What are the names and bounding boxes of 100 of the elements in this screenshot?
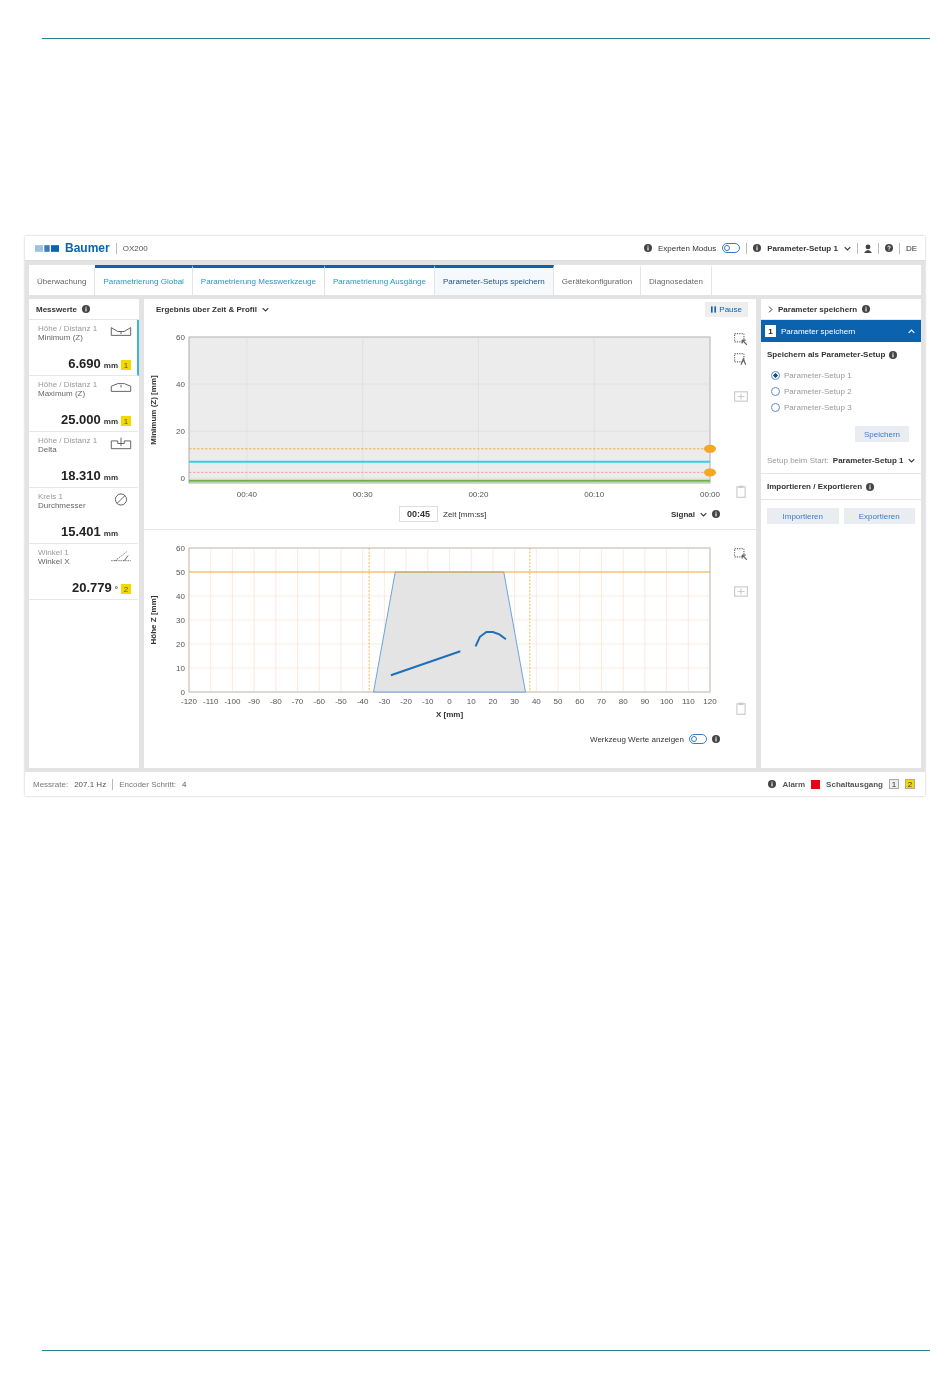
- measurement-name: Minimum (Z): [38, 333, 84, 342]
- pause-icon: [711, 305, 717, 313]
- info-icon[interactable]: [712, 510, 720, 518]
- tick-label: 20: [176, 427, 185, 437]
- info-icon[interactable]: [753, 244, 762, 252]
- status-value: 4: [182, 779, 187, 789]
- output-badge: 2: [121, 584, 131, 594]
- tick-label: 10: [466, 697, 476, 706]
- tick-label: 120: [703, 697, 717, 706]
- tick-label: -60: [313, 697, 326, 706]
- start-setup-dropdown[interactable]: Parameter-Setup 1: [832, 456, 904, 465]
- tick-label: 10: [176, 664, 185, 673]
- toggle-switch[interactable]: [689, 734, 707, 744]
- measurement-name: Maximum (Z): [38, 389, 87, 398]
- drag-handle-icon[interactable]: [704, 444, 716, 453]
- nav-tab[interactable]: Parametrierung Messwerkzeuge: [192, 265, 326, 295]
- status-value: 207.1 Hz: [74, 779, 107, 789]
- nav-tab[interactable]: Parameter-Setups speichern: [435, 265, 554, 295]
- export-button[interactable]: Exportieren: [843, 508, 915, 524]
- tick-label: -90: [248, 697, 260, 706]
- step-header[interactable]: 1 Parameter speichern: [761, 320, 921, 342]
- caret-icon: [700, 511, 707, 517]
- measurement-item[interactable]: Höhe / Distanz 1 Delta 18.310 mm: [29, 432, 139, 488]
- tick-label: 60: [575, 697, 585, 706]
- toggle-switch[interactable]: [722, 243, 741, 253]
- zoom-select-icon[interactable]: [734, 333, 748, 346]
- measurement-unit: mm: [103, 473, 118, 483]
- measurement-category: Winkel 1: [38, 548, 70, 557]
- tick-label: 30: [176, 616, 185, 625]
- tick-label: 50: [176, 568, 185, 577]
- measurement-item[interactable]: Winkel 1 Winkel X 20.779 ° 2: [29, 544, 139, 600]
- measurement-value: 18.310: [61, 468, 101, 483]
- select-text-icon[interactable]: [734, 353, 748, 366]
- status-label: Messrate:: [33, 779, 69, 789]
- time-axis-label: Zeit [mm:ss]: [443, 509, 487, 519]
- tick-label: 00:10: [584, 490, 605, 499]
- tick-label: 70: [597, 697, 606, 706]
- tick-label: 20: [176, 640, 185, 649]
- tick-label: 40: [176, 592, 185, 601]
- user-icon[interactable]: [863, 243, 872, 253]
- tick-label: -100: [224, 697, 241, 706]
- measurement-item[interactable]: Höhe / Distanz 1 Minimum (Z) 6.690 mm 1: [29, 320, 139, 376]
- tick-label: 00:40: [236, 490, 257, 499]
- info-icon[interactable]: [768, 780, 777, 788]
- save-button[interactable]: Speichern: [854, 426, 909, 442]
- tick-label: -80: [270, 697, 282, 706]
- caret-icon: [843, 245, 851, 251]
- tick-label: 40: [531, 697, 541, 706]
- radio-button[interactable]: [771, 403, 780, 412]
- signal-dropdown[interactable]: Signal: [671, 509, 695, 519]
- tick-label: 20: [488, 697, 498, 706]
- tick-label: 00:20: [468, 490, 489, 499]
- import-button[interactable]: Importieren: [767, 508, 839, 524]
- section-title: Importieren / Exportieren: [767, 482, 863, 491]
- measurement-unit: mm: [103, 529, 118, 539]
- clipboard-icon[interactable]: [734, 485, 748, 498]
- nav-tab[interactable]: Parametrierung Ausgänge: [325, 265, 435, 295]
- info-icon[interactable]: [889, 350, 898, 359]
- measurement-value: 15.401: [61, 524, 101, 539]
- clipboard-icon[interactable]: [734, 702, 748, 715]
- info-icon[interactable]: [712, 735, 720, 743]
- tick-label: 90: [640, 697, 650, 706]
- radio-button[interactable]: [771, 387, 780, 396]
- measurement-name: Winkel X: [38, 557, 71, 566]
- nav-tab[interactable]: Parametrierung Global: [95, 265, 193, 295]
- setup-dropdown[interactable]: Parameter-Setup 1: [767, 243, 838, 253]
- help-icon[interactable]: [884, 244, 893, 252]
- logo-icon: [35, 244, 59, 252]
- tick-label: -120: [181, 697, 197, 706]
- tick-label: 100: [659, 697, 674, 706]
- info-icon[interactable]: [862, 305, 871, 313]
- language-selector[interactable]: DE: [905, 243, 917, 253]
- caret-icon: [908, 328, 915, 334]
- measurement-unit: °: [114, 585, 118, 595]
- chevron-right-icon[interactable]: [768, 305, 773, 313]
- measurement-item[interactable]: Kreis 1 Durchmesser 15.401 mm: [29, 488, 139, 544]
- panel-title: Parameter speichern: [778, 304, 858, 314]
- pause-button[interactable]: Pause: [705, 301, 748, 317]
- tick-label: -30: [378, 697, 391, 706]
- axis-title: Höhe Z [mm]: [149, 595, 158, 645]
- info-icon[interactable]: [643, 244, 652, 252]
- measurement-category: Höhe / Distanz 1: [38, 380, 99, 389]
- radio-button[interactable]: [771, 371, 780, 380]
- tick-label: 0: [447, 697, 452, 706]
- tick-label: 60: [176, 333, 185, 342]
- info-icon[interactable]: [866, 482, 875, 491]
- caret-icon: [907, 458, 915, 463]
- view-dropdown[interactable]: Ergebnis über Zeit & Profil: [156, 304, 257, 314]
- measurement-unit: mm: [103, 417, 118, 427]
- tick-label: 00:30: [352, 490, 373, 499]
- tick-label: -10: [422, 697, 434, 706]
- tick-label: -40: [356, 697, 369, 706]
- tick-label: 0: [180, 474, 185, 484]
- measurement-item[interactable]: Höhe / Distanz 1 Maximum (Z) 25.000 mm 1: [29, 376, 139, 432]
- info-icon[interactable]: [81, 305, 90, 313]
- measurement-category: Kreis 1: [38, 492, 64, 501]
- zoom-select-icon[interactable]: [734, 548, 748, 561]
- drag-handle-icon[interactable]: [704, 468, 716, 477]
- product-name: OX200: [122, 243, 148, 253]
- tick-label: 110: [681, 697, 695, 706]
